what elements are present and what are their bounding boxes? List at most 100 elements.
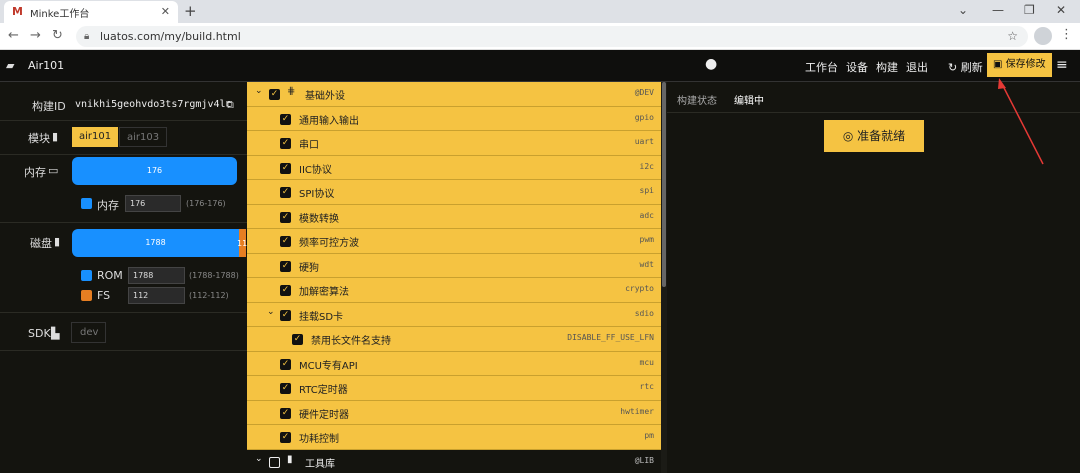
module-chip-air103[interactable]: air103	[119, 127, 168, 147]
nav-logout[interactable]: 退出	[906, 59, 928, 75]
back-icon[interactable]: ←	[8, 28, 19, 43]
feature-tag: pwm	[639, 235, 654, 244]
divider	[0, 120, 247, 121]
feature-row[interactable]: ✓ SPI协议 spi	[247, 180, 661, 205]
feature-tag: @LIB	[634, 455, 654, 465]
feature-checkbox[interactable]: ✓	[280, 260, 291, 272]
feature-name: 通用输入输出	[299, 115, 359, 127]
restore-icon[interactable]: ❐	[1024, 3, 1035, 17]
bookmark-star-icon[interactable]: ☆	[1007, 26, 1018, 47]
feature-checkbox[interactable]: ✓	[292, 334, 303, 345]
app-header: ▰ Air101 ● 工作台 设备 构建 退出 ↻ 刷新 ▣ 保存修改 ≡	[0, 50, 1080, 82]
config-panel: 构建ID vnikhi5geohvdo3ts7rgmjv4lc ⧉ 模块 ▮ a…	[0, 82, 247, 473]
feature-name: SPI协议	[299, 189, 335, 200]
feature-row[interactable]: ✓ 加解密算法 crypto	[247, 278, 661, 303]
nav-workbench[interactable]: 工作台	[805, 59, 838, 75]
feature-row[interactable]: ✓ RTC定时器 rtc	[247, 376, 661, 401]
feature-row[interactable]: ⌄ ✓ 挂载SD卡 sdio	[247, 303, 661, 327]
feature-row[interactable]: ✓ 串口 uart	[247, 131, 661, 156]
rom-input[interactable]: 1788	[128, 267, 185, 284]
divider	[0, 222, 247, 223]
feature-checkbox[interactable]: ✓	[280, 211, 291, 223]
feature-row[interactable]: ✓ 模数转换 adc	[247, 205, 661, 229]
feature-name: RTC定时器	[299, 385, 348, 396]
top-nav: 工作台 设备 构建 退出	[805, 59, 928, 75]
feature-row[interactable]: ✓ IIC协议 i2c	[247, 156, 661, 180]
sdk-label: SDK	[28, 327, 51, 340]
refresh-label: 刷新	[960, 61, 983, 74]
minimize-icon[interactable]: —	[992, 3, 1004, 17]
feature-row[interactable]: ✓ 硬件定时器 hwtimer	[247, 401, 661, 425]
feature-row[interactable]: ⌄ ✓ ⋕ 基础外设 @DEV	[247, 82, 661, 107]
feature-tag: uart	[634, 137, 654, 146]
feature-checkbox[interactable]: ✓	[280, 383, 291, 394]
feature-name: 功耗控制	[299, 434, 339, 445]
feature-tag: adc	[639, 210, 654, 220]
new-tab-icon[interactable]: +	[184, 2, 197, 20]
feature-row[interactable]: ✓ 硬狗 wdt	[247, 254, 661, 278]
feature-row[interactable]: ✓ MCU专有API mcu	[247, 352, 661, 376]
feature-checkbox[interactable]: ✓	[280, 407, 291, 419]
fs-legend-swatch	[81, 290, 92, 301]
feature-checkbox[interactable]: ✓	[280, 309, 291, 321]
copy-icon[interactable]: ⧉	[226, 98, 234, 112]
address-bar: ← → ↻ 🔒︎ luatos.com/my/build.html ☆ ⋮	[0, 23, 1080, 50]
browser-tab[interactable]: M Minke工作台 ✕	[4, 1, 178, 23]
save-changes-button[interactable]: ▣ 保存修改	[987, 53, 1052, 77]
feature-checkbox[interactable]: ✓	[280, 187, 291, 198]
scrollbar-thumb[interactable]	[662, 82, 666, 287]
close-tab-icon[interactable]: ✕	[161, 5, 170, 18]
tab-search-icon[interactable]: ⌄	[958, 3, 968, 17]
reload-icon[interactable]: ↻	[52, 28, 63, 43]
forward-icon[interactable]: →	[30, 28, 41, 43]
nav-devices[interactable]: 设备	[846, 59, 868, 75]
feature-row[interactable]: ✓ 通用输入输出 gpio	[247, 107, 661, 131]
chip-icon: ▮	[52, 130, 59, 143]
divider	[0, 154, 247, 155]
feature-name: 频率可控方波	[299, 238, 359, 249]
url-input[interactable]: 🔒︎ luatos.com/my/build.html ☆	[76, 26, 1028, 47]
feature-row[interactable]: ✓ 功耗控制 pm	[247, 425, 661, 450]
close-window-icon[interactable]: ✕	[1056, 3, 1066, 17]
feature-row[interactable]: ⌄ ▮ 工具库 @LIB	[247, 449, 661, 473]
ready-status-button[interactable]: ◎ 准备就绪	[824, 120, 924, 152]
expand-chevron-icon[interactable]: ⌄	[255, 86, 263, 96]
nav-build[interactable]: 构建	[876, 59, 898, 75]
favicon-icon: M	[12, 5, 23, 18]
feature-name: 模数转换	[299, 213, 339, 225]
feature-row[interactable]: ✓ 频率可控方波 pwm	[247, 229, 661, 254]
module-label: 模块	[28, 132, 50, 145]
rom-label: ROM	[97, 269, 123, 282]
hamburger-menu-icon[interactable]: ≡	[1056, 57, 1068, 73]
fs-input[interactable]: 112	[128, 287, 185, 304]
feature-checkbox[interactable]: ✓	[280, 432, 291, 443]
feature-checkbox[interactable]: ✓	[269, 89, 280, 100]
feature-row[interactable]: ✓ 禁用长文件名支持 DISABLE_FF_USE_LFN	[247, 327, 661, 352]
expand-chevron-icon[interactable]: ⌄	[255, 454, 263, 464]
module-chip-air101[interactable]: air101	[72, 127, 119, 147]
feature-tag: @DEV	[634, 88, 654, 97]
feature-checkbox[interactable]: ✓	[280, 162, 291, 174]
user-icon[interactable]: ●	[705, 56, 717, 72]
memory-legend-swatch	[81, 198, 92, 209]
profile-avatar[interactable]	[1034, 27, 1052, 45]
rom-legend-swatch	[81, 270, 92, 281]
memory-legend-label: 内存	[97, 199, 119, 212]
feature-tag: crypto	[625, 284, 654, 293]
refresh-button[interactable]: ↻ 刷新	[948, 59, 983, 75]
sdk-input[interactable]: dev	[71, 322, 106, 343]
feature-checkbox[interactable]	[269, 456, 280, 468]
memory-input[interactable]: 176	[125, 195, 181, 212]
expand-chevron-icon[interactable]: ⌄	[267, 307, 275, 317]
check-circle-icon: ◎	[842, 129, 854, 143]
feature-checkbox[interactable]: ✓	[280, 236, 291, 247]
docker-logo-icon: ▰	[6, 59, 15, 72]
browser-menu-icon[interactable]: ⋮	[1060, 27, 1073, 42]
disk-bar: 1788	[72, 229, 239, 257]
feature-tag: spi	[639, 186, 654, 195]
feature-checkbox[interactable]: ✓	[280, 285, 291, 296]
feature-checkbox[interactable]: ✓	[280, 113, 291, 125]
feature-checkbox[interactable]: ✓	[280, 138, 291, 149]
feature-tag: wdt	[639, 259, 654, 269]
feature-checkbox[interactable]: ✓	[280, 358, 291, 370]
